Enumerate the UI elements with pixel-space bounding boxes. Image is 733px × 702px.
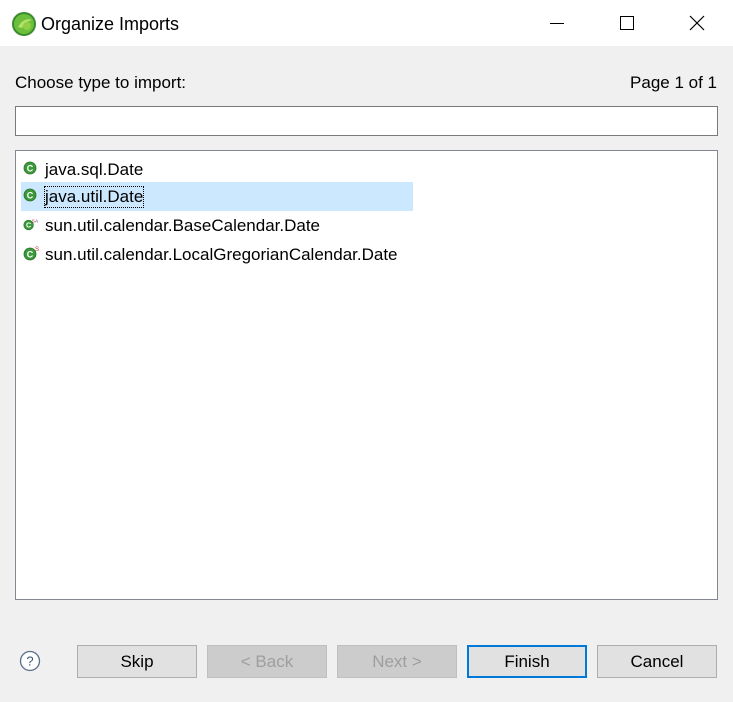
finish-button[interactable]: Finish [467,645,587,678]
cancel-button[interactable]: Cancel [597,645,717,678]
type-list[interactable]: C java.sql.Date C java.util.Date C S A s… [15,150,718,600]
list-item-label: java.util.Date [43,186,145,208]
help-icon[interactable]: ? [19,650,41,672]
list-item-label: java.sql.Date [45,160,144,179]
static-class-icon: C S [23,247,39,261]
svg-text:C: C [27,249,34,259]
svg-text:S: S [35,247,39,253]
list-item-selected[interactable]: C java.util.Date [21,182,413,211]
maximize-button[interactable] [592,0,662,46]
back-button[interactable]: < Back [207,645,327,678]
minimize-icon [550,23,564,24]
svg-text:C: C [27,163,34,173]
window-title: Organize Imports [41,14,180,34]
maximize-icon [620,16,634,30]
list-item-label: sun.util.calendar.BaseCalendar.Date [45,216,321,235]
svg-text:C: C [26,221,31,230]
close-icon [689,15,705,31]
list-item-label: sun.util.calendar.LocalGregorianCalendar… [45,245,398,264]
title-bar: Organize Imports [0,0,733,46]
svg-text:?: ? [26,654,33,669]
choose-type-label: Choose type to import: [15,73,187,92]
class-icon: C [23,188,37,202]
skip-button[interactable]: Skip [77,645,197,678]
class-icon: C [23,161,37,175]
svg-text:A: A [35,219,39,225]
static-abstract-class-icon: C S A [23,219,39,231]
close-button[interactable] [662,0,732,46]
type-filter-input[interactable] [15,106,718,136]
next-button[interactable]: Next > [337,645,457,678]
eclipse-icon [12,12,36,36]
page-indicator: Page 1 of 1 [630,73,717,92]
minimize-button[interactable] [522,0,592,46]
svg-text:C: C [27,190,34,200]
